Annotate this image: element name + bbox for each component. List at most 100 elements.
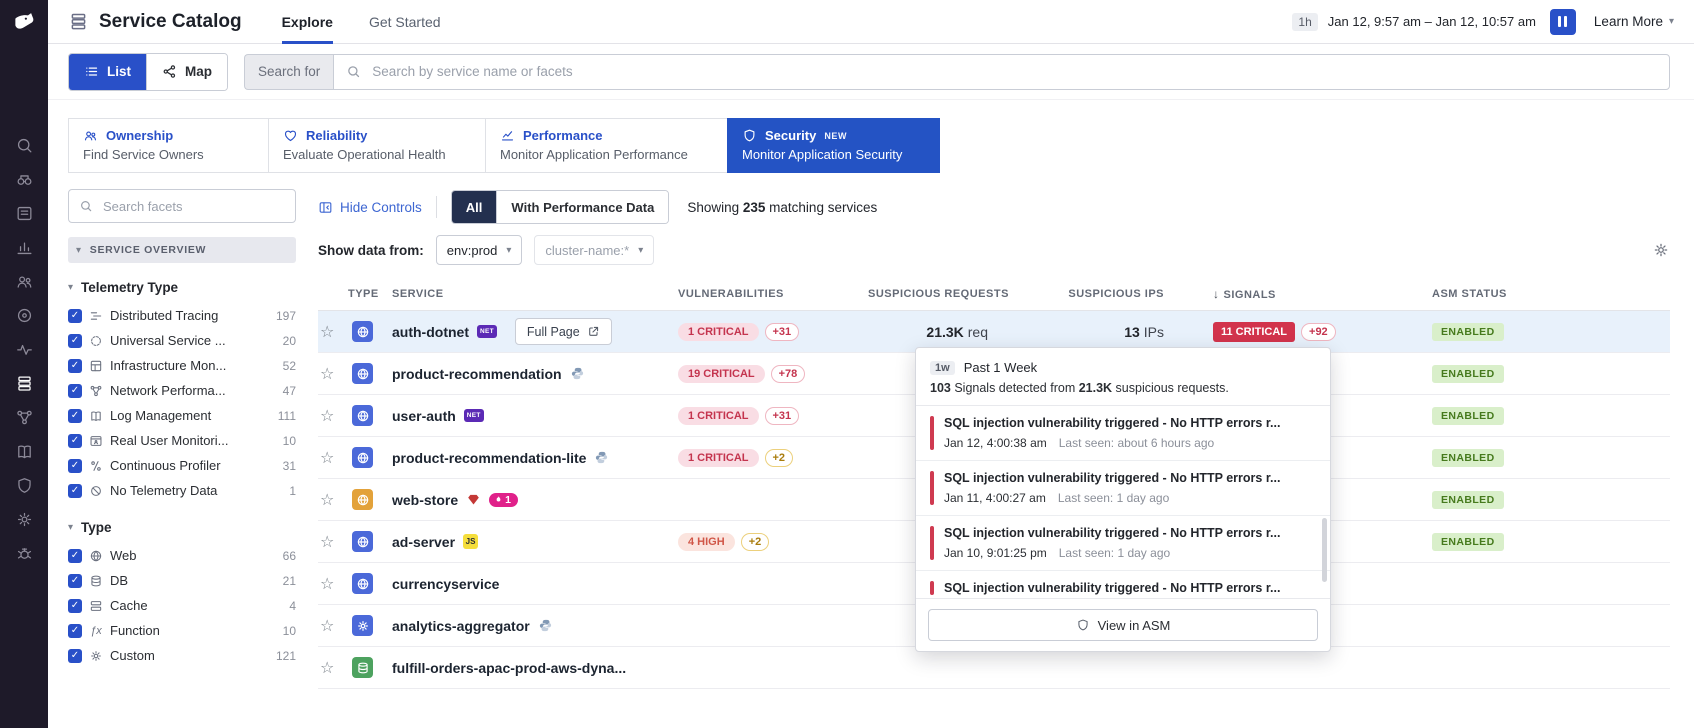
facet-search-input[interactable] (101, 197, 285, 215)
vulnerability-badge[interactable]: 4 HIGH (678, 532, 735, 551)
star-icon[interactable]: ☆ (318, 490, 334, 510)
apm-icon[interactable] (15, 340, 34, 359)
people-icon[interactable] (15, 272, 34, 291)
column-suspicious-ips[interactable]: SUSPICIOUS IPS (1018, 288, 1178, 300)
filter-with-performance-data-button[interactable]: With Performance Data (496, 191, 669, 223)
facet-item[interactable]: ✓ Web 66 (68, 543, 296, 568)
service-name[interactable]: web-store (392, 492, 458, 508)
vulnerability-plus-badge[interactable]: +2 (740, 532, 770, 551)
column-type[interactable]: TYPE (348, 288, 392, 300)
signal-item[interactable]: SQL injection vulnerability triggered - … (916, 406, 1330, 461)
watchdog-icon[interactable] (15, 170, 34, 189)
checkbox-checked[interactable]: ✓ (68, 483, 82, 498)
service-name[interactable]: user-auth (392, 408, 456, 424)
star-icon[interactable]: ☆ (318, 616, 334, 636)
time-duration-badge[interactable]: 1h (1292, 12, 1318, 31)
logs-icon[interactable] (15, 442, 34, 461)
time-range[interactable]: Jan 12, 9:57 am – Jan 12, 10:57 am (1328, 14, 1536, 29)
search-for-button[interactable]: Search for (244, 53, 334, 90)
security-shield-icon[interactable] (15, 476, 34, 495)
filter-all-button[interactable]: All (451, 191, 497, 223)
service-name[interactable]: product-recommendation (392, 366, 562, 382)
checkbox-checked[interactable]: ✓ (68, 598, 82, 613)
facet-item[interactable]: ✓ Cache 4 (68, 593, 296, 618)
checkbox-checked[interactable]: ✓ (68, 458, 82, 473)
view-in-asm-button[interactable]: View in ASM (928, 609, 1318, 641)
star-icon[interactable]: ☆ (318, 448, 334, 468)
star-icon[interactable]: ☆ (318, 364, 334, 384)
service-name[interactable]: product-recommendation-lite (392, 450, 586, 466)
facet-item[interactable]: ✓ Custom 121 (68, 643, 296, 668)
metrics-icon[interactable] (15, 238, 34, 257)
checkbox-checked[interactable]: ✓ (68, 623, 82, 638)
facet-item[interactable]: ✓ DB 21 (68, 568, 296, 593)
facet-item[interactable]: ✓ Infrastructure Mon... 52 (68, 353, 296, 378)
star-icon[interactable]: ☆ (318, 574, 334, 594)
vulnerability-plus-badge[interactable]: +2 (764, 448, 794, 467)
signals-badge[interactable]: 11 CRITICAL (1213, 321, 1296, 342)
datadog-logo[interactable] (9, 8, 39, 38)
facet-group-header[interactable]: ▾ Type (68, 520, 296, 535)
signal-item[interactable]: SQL injection vulnerability triggered - … (916, 461, 1330, 516)
vulnerability-plus-badge[interactable]: +78 (770, 364, 806, 383)
scrollbar-thumb[interactable] (1322, 518, 1327, 582)
checkbox-checked[interactable]: ✓ (68, 433, 82, 448)
service-catalog-icon[interactable] (15, 374, 34, 393)
checkbox-checked[interactable]: ✓ (68, 333, 82, 348)
column-asm-status[interactable]: ASM STATUS (1388, 288, 1670, 300)
hide-controls-link[interactable]: Hide Controls (318, 200, 422, 215)
checkbox-checked[interactable]: ✓ (68, 573, 82, 588)
category-tab-ownership[interactable]: Ownership Find Service Owners (68, 118, 269, 173)
gear-icon[interactable] (1652, 241, 1670, 259)
facet-item[interactable]: ✓ No Telemetry Data 1 (68, 478, 296, 503)
flame-badge[interactable]: 1 (489, 492, 518, 507)
dashboards-icon[interactable] (15, 204, 34, 223)
checkbox-checked[interactable]: ✓ (68, 358, 82, 373)
column-vulnerabilities[interactable]: VULNERABILITIES (678, 288, 868, 300)
category-tab-reliability[interactable]: Reliability Evaluate Operational Health (268, 118, 486, 173)
signal-item[interactable]: SQL injection vulnerability triggered - … (916, 516, 1330, 571)
category-tab-performance[interactable]: Performance Monitor Application Performan… (485, 118, 728, 173)
star-icon[interactable]: ☆ (318, 658, 334, 678)
category-tab-security[interactable]: Security NEW Monitor Application Security (727, 118, 940, 173)
bug-icon[interactable] (15, 544, 34, 563)
settings-icon[interactable] (15, 510, 34, 529)
star-icon[interactable]: ☆ (318, 322, 334, 342)
filter-dropdown[interactable]: env:prod ▾ (435, 235, 523, 265)
full-page-button[interactable]: Full Page (514, 318, 612, 345)
signal-item[interactable]: SQL injection vulnerability triggered - … (916, 571, 1330, 598)
star-icon[interactable]: ☆ (318, 406, 334, 426)
vulnerability-badge[interactable]: 1 CRITICAL (678, 322, 759, 341)
synthetics-icon[interactable] (15, 306, 34, 325)
facet-item[interactable]: ✓ ƒx Function 10 (68, 618, 296, 643)
star-icon[interactable]: ☆ (318, 532, 334, 552)
service-name[interactable]: auth-dotnet (392, 324, 469, 340)
checkbox-checked[interactable]: ✓ (68, 308, 82, 323)
column-signals[interactable]: ↓ SIGNALS (1178, 287, 1388, 301)
facet-item[interactable]: ✓ Distributed Tracing 197 (68, 303, 296, 328)
map-view-button[interactable]: Map (146, 53, 228, 90)
facet-item[interactable]: ✓ Log Management 111 (68, 403, 296, 428)
facet-item[interactable]: ✓ Real User Monitori... 10 (68, 428, 296, 453)
vulnerability-badge[interactable]: 1 CRITICAL (678, 448, 759, 467)
facet-item[interactable]: ✓ Network Performa... 47 (68, 378, 296, 403)
header-tab-explore[interactable]: Explore (281, 0, 334, 44)
filter-dropdown[interactable]: cluster-name:* ▾ (534, 235, 655, 265)
facet-item[interactable]: ✓ Continuous Profiler 31 (68, 453, 296, 478)
pause-button[interactable] (1549, 8, 1576, 35)
facet-group-header[interactable]: ▾ Telemetry Type (68, 280, 296, 295)
service-name[interactable]: fulfill-orders-apac-prod-aws-dyna... (392, 660, 626, 676)
column-suspicious-requests[interactable]: SUSPICIOUS REQUESTS (868, 288, 1018, 300)
vulnerability-badge[interactable]: 1 CRITICAL (678, 406, 759, 425)
service-name[interactable]: analytics-aggregator (392, 618, 530, 634)
service-name[interactable]: currencyservice (392, 576, 499, 592)
column-service[interactable]: SERVICE (392, 288, 678, 300)
search-input[interactable] (370, 63, 1657, 80)
checkbox-checked[interactable]: ✓ (68, 383, 82, 398)
learn-more-menu[interactable]: Learn More ▾ (1594, 14, 1674, 29)
header-tab-get-started[interactable]: Get Started (369, 0, 441, 44)
search-icon[interactable] (15, 136, 34, 155)
table-row[interactable]: ☆ fulfill-orders-apac-prod-aws-dyna... (318, 647, 1670, 689)
vulnerability-badge[interactable]: 19 CRITICAL (678, 364, 765, 383)
signals-plus-badge[interactable]: +92 (1301, 322, 1336, 341)
